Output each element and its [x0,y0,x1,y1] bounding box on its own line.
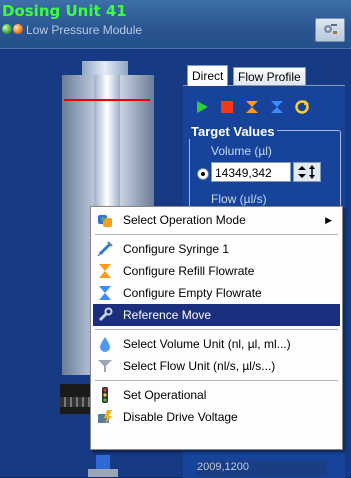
action-toolbar [191,96,313,118]
tools-icon [324,24,337,34]
syringe-valve [96,455,110,469]
menu-separator [95,329,338,330]
cycle-button[interactable] [291,96,313,118]
menu-item-label: Set Operational [123,388,207,402]
syringe-outlet [88,469,118,477]
tools-button[interactable] [315,18,345,42]
fill-level-line [64,99,150,101]
menu-item-reference-move[interactable]: Reference Move [93,304,340,326]
disable-voltage-icon [95,408,115,426]
volume-radio[interactable] [197,168,209,180]
spinner-arrows-icon [298,165,315,179]
traffic-light-icon [95,386,115,404]
menu-item-label: Configure Syringe 1 [123,242,230,256]
play-icon [197,101,208,113]
syringe-icon [95,240,115,258]
operation-mode-icon [95,211,115,229]
menu-item-label: Select Flow Unit (nl/s, µl/s...) [123,359,276,373]
empty-hourglass-icon [271,101,283,113]
menu-item-label: Select Volume Unit (nl, µl, ml...) [123,337,291,351]
volume-spinner[interactable] [293,162,321,182]
status-green-icon [2,24,12,34]
cycle-icon [295,100,309,114]
start-button[interactable] [191,96,213,118]
menu-item-label: Disable Drive Voltage [123,410,238,424]
menu-item-label: Reference Move [123,308,212,322]
menu-item-configure-empty-flowrate[interactable]: Configure Empty Flowrate [93,282,340,304]
refill-hourglass-icon [95,262,115,280]
wrench-icon [95,306,115,324]
empty-hourglass-icon [95,284,115,302]
target-values-title: Target Values [189,124,277,139]
refill-button[interactable] [241,96,263,118]
menu-item-label: Configure Empty Flowrate [123,286,262,300]
menu-item-disable-drive-voltage[interactable]: Disable Drive Voltage [93,406,340,428]
flow-label: Flow (µl/s) [211,192,267,206]
menu-item-select-volume-unit[interactable]: Select Volume Unit (nl, µl, ml...) [93,333,340,355]
menu-item-label: Configure Refill Flowrate [123,264,255,278]
stop-button[interactable] [216,96,238,118]
menu-item-label: Select Operation Mode [123,213,246,227]
menu-item-select-operation-mode[interactable]: Select Operation Mode ▶ [93,209,340,231]
flow-unit-icon [95,357,115,375]
bottom-value-field: 2009,1200 [197,461,327,477]
module-subtitle: Low Pressure Module [26,23,143,37]
menu-separator [95,380,338,381]
menu-item-configure-refill-flowrate[interactable]: Configure Refill Flowrate [93,260,340,282]
stop-icon [221,101,233,113]
tab-direct[interactable]: Direct [187,65,229,86]
submenu-arrow-icon: ▶ [325,214,332,225]
menu-item-select-flow-unit[interactable]: Select Flow Unit (nl/s, µl/s...) [93,355,340,377]
refill-hourglass-icon [246,101,258,113]
tab-flow-profile[interactable]: Flow Profile [233,67,306,86]
menu-item-set-operational[interactable]: Set Operational [93,384,340,406]
volume-input[interactable]: 14349,342 [211,162,291,182]
status-orange-icon [13,24,23,34]
volume-label: Volume (µl) [211,144,272,158]
context-menu: Select Operation Mode ▶ Configure Syring… [90,206,343,450]
syringe-cap [82,61,128,75]
empty-button[interactable] [266,96,288,118]
volume-unit-icon [95,335,115,353]
menu-item-configure-syringe[interactable]: Configure Syringe 1 [93,238,340,260]
title-bar: Dosing Unit 41 Low Pressure Module [0,0,351,49]
menu-separator [95,234,338,235]
window-title: Dosing Unit 41 [2,2,127,20]
